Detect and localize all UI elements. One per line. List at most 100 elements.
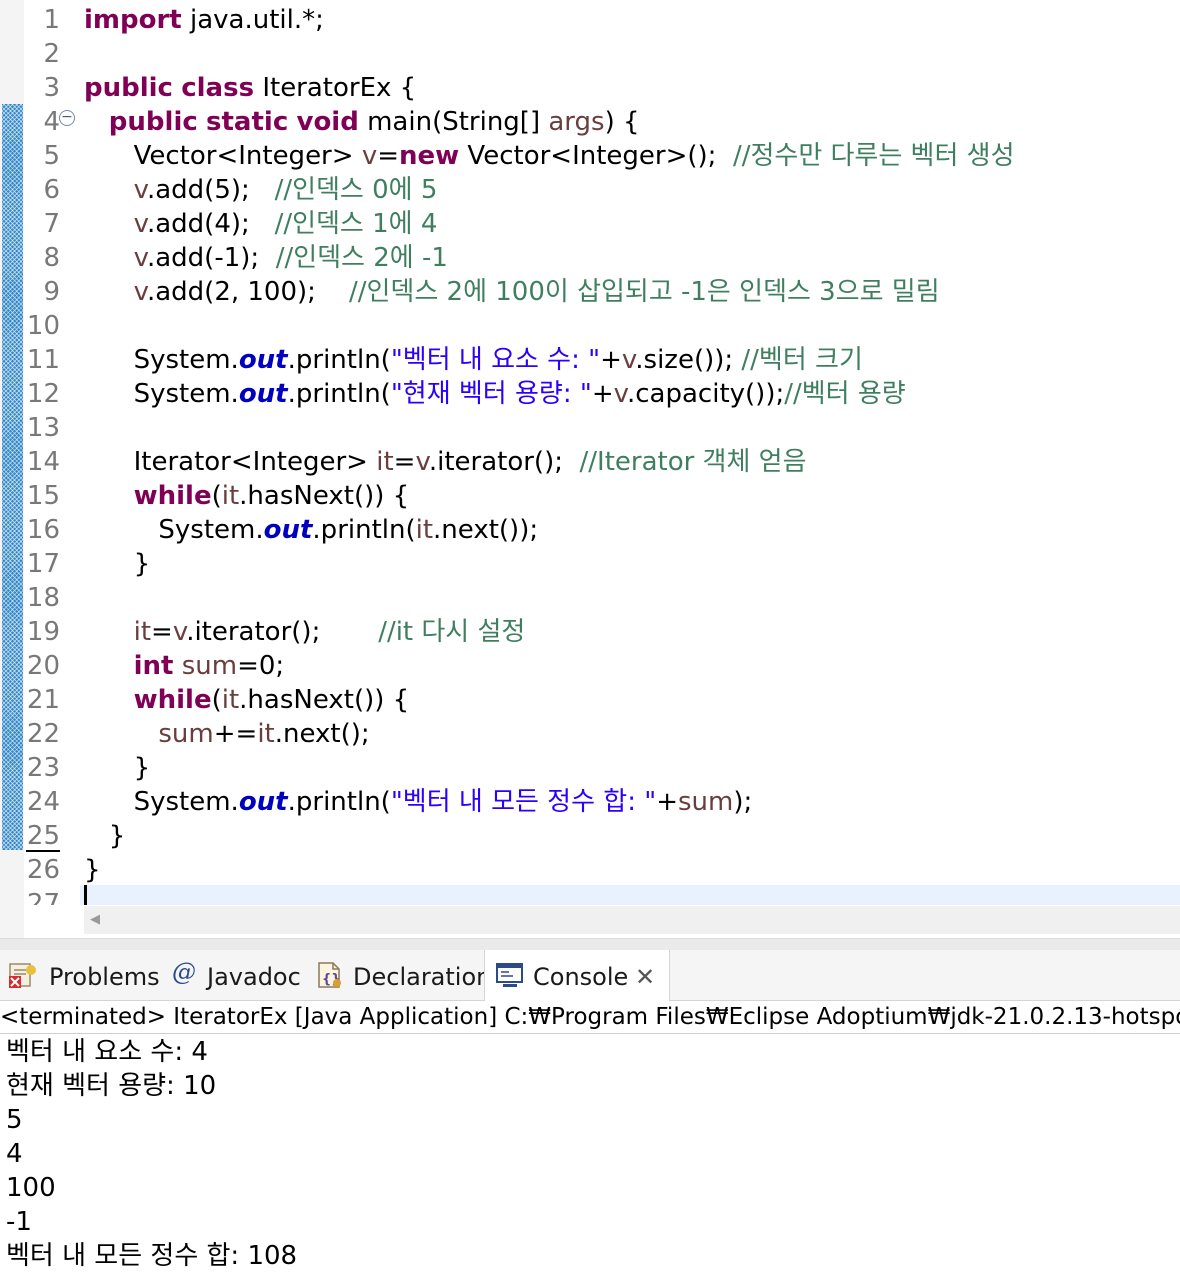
- code-line[interactable]: v.add(5); //인덱스 0에 5: [84, 173, 438, 207]
- code-token: (: [211, 481, 222, 511]
- code-token: .iterator();: [428, 447, 580, 477]
- close-console-tab-icon[interactable]: ✕: [635, 950, 655, 1004]
- code-token: }: [84, 821, 126, 851]
- code-line[interactable]: public class IteratorEx {: [84, 71, 416, 105]
- code-line[interactable]: }: [84, 853, 101, 887]
- collapse-fold-icon[interactable]: −: [59, 110, 75, 126]
- line-number: 25: [26, 821, 60, 851]
- code-token: .iterator();: [186, 617, 379, 647]
- code-line[interactable]: v.add(2, 100); //인덱스 2에 100이 삽입되고 -1은 인덱…: [84, 275, 940, 309]
- line-number: 17: [26, 549, 60, 579]
- code-token: .next();: [274, 719, 370, 749]
- code-line[interactable]: v.add(4); //인덱스 1에 4: [84, 207, 438, 241]
- code-line[interactable]: while(it.hasNext()) {: [84, 479, 410, 513]
- code-token: v: [621, 345, 636, 375]
- code-line[interactable]: sum+=it.next();: [84, 717, 370, 751]
- line-number: 22: [26, 719, 60, 749]
- code-token: it: [257, 719, 275, 749]
- code-token: +: [600, 345, 622, 375]
- code-token: public: [84, 73, 173, 103]
- scroll-left-arrow-icon[interactable]: ◀: [90, 912, 100, 928]
- tab-problems[interactable]: Problems: [0, 950, 162, 1000]
- tab-console[interactable]: Console ✕: [484, 950, 670, 1001]
- line-25-marker: [26, 850, 60, 852]
- code-token: "벡터 내 요소 수: ": [390, 345, 601, 375]
- code-token: }: [84, 855, 101, 885]
- code-token: out: [238, 345, 288, 375]
- code-token: .println(: [287, 345, 391, 375]
- line-number: 23: [26, 753, 60, 783]
- code-line[interactable]: while(it.hasNext()) {: [84, 683, 410, 717]
- code-line[interactable]: Iterator<Integer> it=v.iterator(); //Ite…: [84, 445, 807, 479]
- code-token: "현재 벡터 용량: ": [390, 379, 592, 409]
- horizontal-scrollbar[interactable]: ◀: [84, 906, 1180, 934]
- code-token: //정수만 다루는 벡터 생성: [732, 141, 1015, 171]
- code-line[interactable]: Vector<Integer> v=new Vector<Integer>();…: [84, 139, 1015, 173]
- code-token: //인덱스 2에 -1: [275, 243, 448, 273]
- code-token: +=: [213, 719, 258, 749]
- code-line[interactable]: System.out.println("벡터 내 요소 수: "+v.size(…: [84, 343, 863, 377]
- code-token: class: [181, 73, 255, 103]
- line-number: 15: [26, 481, 60, 511]
- code-token: .size());: [635, 345, 742, 375]
- text-cursor: [84, 885, 87, 905]
- code-token: sum: [678, 787, 734, 817]
- code-token: out: [238, 379, 288, 409]
- code-token: );: [733, 787, 753, 817]
- code-token: v: [172, 617, 187, 647]
- line-number: 4: [43, 107, 60, 137]
- tab-declaration[interactable]: {} Declaration: [306, 950, 491, 1000]
- view-tab-bar: Problems @ Javadoc {} Declaration Consol…: [0, 950, 1180, 1001]
- code-line[interactable]: int sum=0;: [84, 649, 285, 683]
- line-number: 13: [26, 413, 60, 443]
- line-number: 18: [26, 583, 60, 613]
- line-number: 14: [26, 447, 60, 477]
- code-editor[interactable]: 1 2 3 4 5 6 7 8 9 10 11 12 13 14 15 16 17 18 19 20 21 22 23 24 2…: [0, 0, 1180, 938]
- code-token: //Iterator 객체 얻음: [579, 447, 807, 477]
- code-token: v: [133, 175, 147, 205]
- code-token: //벡터 크기: [741, 345, 863, 375]
- code-token: void: [296, 107, 359, 137]
- code-line[interactable]: }: [84, 547, 151, 581]
- console-line: 현재 벡터 용량: 10: [6, 1071, 217, 1101]
- code-token: v: [415, 447, 429, 477]
- code-token: .add(4);: [146, 209, 275, 239]
- code-token: IteratorEx {: [254, 73, 417, 103]
- code-token: args: [548, 107, 605, 137]
- console-line: 벡터 내 모든 정수 합: 108: [6, 1241, 298, 1271]
- code-token: //벡터 용량: [784, 379, 906, 409]
- code-area[interactable]: import java.util.*; public class Iterator…: [84, 0, 1180, 905]
- code-line[interactable]: System.out.println("현재 벡터 용량: "+v.capaci…: [84, 377, 906, 411]
- code-token: System.: [84, 345, 239, 375]
- code-token: .add(5);: [146, 175, 275, 205]
- code-token: .println(: [287, 379, 391, 409]
- code-line[interactable]: System.out.println("벡터 내 모든 정수 합: "+sum)…: [84, 785, 753, 819]
- line-number: 1: [43, 5, 60, 35]
- line-number: 2: [43, 39, 60, 69]
- code-token: out: [238, 787, 288, 817]
- code-token: Vector<Integer>: [84, 141, 362, 171]
- code-line[interactable]: v.add(-1); //인덱스 2에 -1: [84, 241, 448, 275]
- code-line[interactable]: }: [84, 819, 126, 853]
- code-token: while: [133, 685, 212, 715]
- code-token: import: [84, 5, 182, 35]
- code-line[interactable]: System.out.println(it.next());: [84, 513, 538, 547]
- at-icon: @: [172, 958, 196, 986]
- code-token: public: [108, 107, 198, 137]
- tab-javadoc[interactable]: @ Javadoc: [164, 950, 302, 1000]
- line-number: 12: [26, 379, 60, 409]
- code-line[interactable]: public static void main(String[] args) {: [84, 105, 640, 139]
- problems-icon: [9, 963, 36, 988]
- code-line[interactable]: }: [84, 751, 151, 785]
- code-line[interactable]: it=v.iterator(); //it 다시 설정: [84, 615, 526, 649]
- code-token: Vector<Integer>();: [459, 141, 733, 171]
- code-line[interactable]: import java.util.*;: [84, 3, 324, 37]
